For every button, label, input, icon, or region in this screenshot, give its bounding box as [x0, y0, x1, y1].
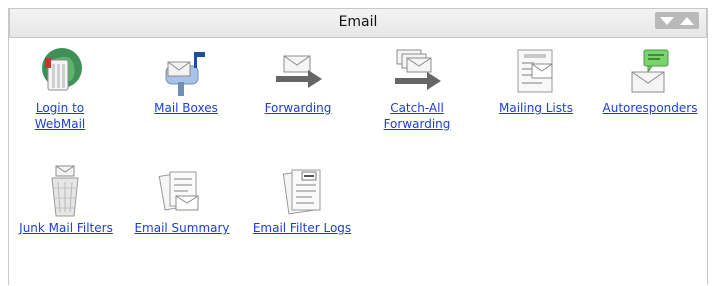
catch-all-forward-icon: [395, 49, 441, 90]
autoresponder-icon: [631, 49, 669, 93]
chevron-down-icon: [660, 16, 674, 25]
item-email-filter-logs[interactable]: Email Filter Logs: [242, 164, 362, 236]
mailbox-icon: [165, 52, 205, 96]
collapse-toggle-button[interactable]: [655, 12, 699, 29]
webmail-mailbox-icon: [42, 48, 82, 91]
filter-log-icon: [282, 169, 321, 215]
item-label-line2[interactable]: Forwarding: [372, 116, 462, 132]
panel-header: Email: [9, 8, 707, 38]
item-label-line2[interactable]: WebMail: [20, 116, 100, 132]
item-label-line1[interactable]: Mail Boxes: [136, 100, 236, 116]
item-junk-mail-filters[interactable]: Junk Mail Filters: [10, 164, 122, 236]
item-label-line1[interactable]: Email Filter Logs: [242, 220, 362, 236]
item-label-line1[interactable]: Catch-All: [372, 100, 462, 116]
item-label-line1[interactable]: Email Summary: [126, 220, 238, 236]
item-email-summary[interactable]: Email Summary: [126, 164, 238, 236]
item-label-line1[interactable]: Login to: [20, 100, 100, 116]
mailing-list-icon: [517, 49, 553, 93]
chevron-up-icon: [680, 16, 694, 25]
item-label-line1[interactable]: Junk Mail Filters: [10, 220, 122, 236]
item-mail-boxes[interactable]: Mail Boxes: [136, 44, 236, 116]
item-autoresponders[interactable]: Autoresponders: [592, 44, 708, 116]
panel-title: Email: [338, 14, 378, 30]
item-mailing-lists[interactable]: Mailing Lists: [490, 44, 582, 116]
item-forwarding[interactable]: Forwarding: [255, 44, 341, 116]
email-summary-icon: [158, 171, 199, 211]
item-label-line1[interactable]: Forwarding: [255, 100, 341, 116]
item-label-line1[interactable]: Mailing Lists: [490, 100, 582, 116]
item-label-line1[interactable]: Autoresponders: [592, 100, 708, 116]
forward-envelope-icon: [276, 55, 322, 88]
trash-filter-icon: [51, 165, 79, 217]
item-login-webmail[interactable]: Login to WebMail: [20, 44, 100, 132]
item-catch-all-forwarding[interactable]: Catch-All Forwarding: [372, 44, 462, 132]
